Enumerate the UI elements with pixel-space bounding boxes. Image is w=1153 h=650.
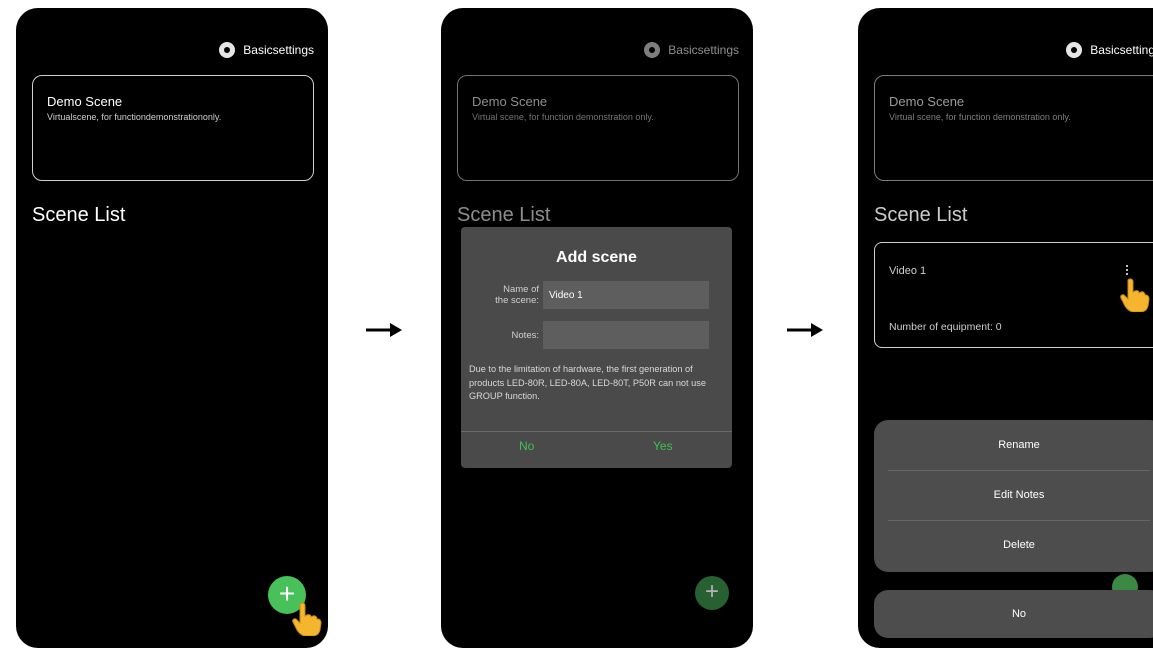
- rename-menu-item[interactable]: Rename: [874, 420, 1153, 470]
- scene-name-input[interactable]: [543, 281, 709, 309]
- scene-name: Video 1: [889, 265, 927, 277]
- demo-scene-card[interactable]: Demo Scene Virtualscene, for functiondem…: [32, 75, 314, 181]
- add-scene-button[interactable]: +: [695, 576, 729, 610]
- gear-icon: [644, 42, 661, 58]
- add-scene-dialog: Add scene Name of the scene: Notes: Due …: [461, 227, 732, 468]
- scene-list-title: Scene List: [874, 204, 968, 226]
- more-vertical-icon[interactable]: [1123, 263, 1131, 277]
- gear-icon: [1066, 42, 1083, 58]
- delete-menu-item[interactable]: Delete: [874, 520, 1153, 570]
- scene-name-row: Name of the scene:: [461, 281, 709, 309]
- dialog-divider: [461, 431, 732, 432]
- arrow-right-icon: [366, 323, 402, 337]
- demo-scene-title: Demo Scene: [47, 94, 123, 109]
- hand-pointer-icon: [1120, 278, 1150, 312]
- settings-label: Basicsettings: [243, 43, 314, 57]
- scene-action-sheet: Rename Edit Notes Delete: [874, 420, 1153, 572]
- demo-scene-subtitle: Virtualscene, for functiondemonstrationo…: [47, 112, 222, 122]
- hardware-note: Due to the limitation of hardware, the f…: [469, 364, 706, 401]
- plus-icon: +: [704, 578, 719, 605]
- equipment-count: Number of equipment: 0: [889, 321, 1002, 333]
- basic-settings-button[interactable]: Basicsettings: [644, 42, 739, 58]
- demo-scene-card[interactable]: Demo Scene Virtual scene, for function d…: [874, 75, 1153, 181]
- demo-scene-title: Demo Scene: [472, 94, 548, 109]
- basic-settings-button[interactable]: Basicsettings: [1066, 42, 1153, 58]
- no-button[interactable]: No: [519, 439, 534, 453]
- hand-pointer-icon: [292, 602, 322, 636]
- scene-card-video-1[interactable]: Video 1 Number of equipment: 0: [874, 242, 1153, 348]
- dialog-title: Add scene: [556, 249, 637, 266]
- notes-input[interactable]: [543, 321, 709, 349]
- settings-label: Basicsettings: [668, 43, 739, 57]
- yes-button[interactable]: Yes: [653, 439, 673, 453]
- arrow-right-icon: [787, 323, 823, 337]
- edit-notes-menu-item[interactable]: Edit Notes: [874, 470, 1153, 520]
- demo-scene-card[interactable]: Demo Scene Virtual scene, for function d…: [457, 75, 739, 181]
- demo-scene-subtitle: Virtual scene, for function demonstratio…: [472, 112, 654, 122]
- gear-icon: [219, 42, 236, 58]
- scene-name-label-line1: Name of: [503, 284, 539, 295]
- phone-screen-2: Basicsettings Demo Scene Virtual scene, …: [441, 8, 753, 648]
- scene-list-title: Scene List: [457, 204, 551, 226]
- notes-label: Notes:: [511, 329, 539, 341]
- settings-label: Basicsettings: [1090, 43, 1153, 57]
- basic-settings-button[interactable]: Basicsettings: [219, 42, 314, 58]
- demo-scene-title: Demo Scene: [889, 94, 965, 109]
- phone-screen-3: Basicsettings Demo Scene Virtual scene, …: [858, 8, 1153, 648]
- scene-name-label: Name of the scene:: [461, 284, 543, 306]
- phone-screen-1: Basicsettings Demo Scene Virtualscene, f…: [16, 8, 328, 648]
- no-button[interactable]: No: [874, 590, 1153, 638]
- notes-row: Notes:: [461, 321, 709, 349]
- demo-scene-subtitle: Virtual scene, for function demonstratio…: [889, 112, 1071, 122]
- scene-name-label-line2: the scene:: [495, 295, 539, 306]
- scene-list-title: Scene List: [32, 204, 126, 226]
